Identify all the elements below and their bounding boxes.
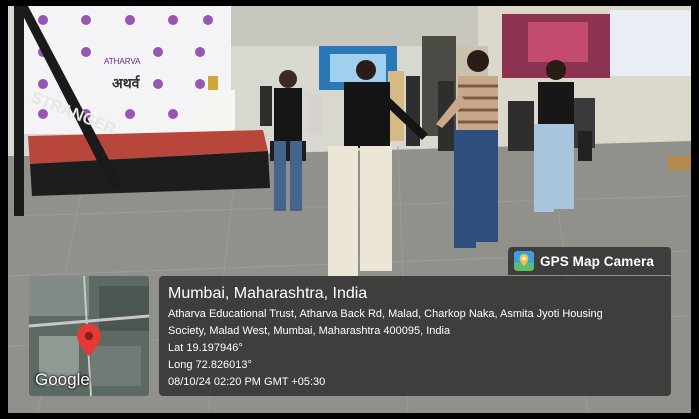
gps-map-camera-badge: GPS Map Camera [508, 247, 671, 275]
gps-camera-app-icon [514, 251, 534, 271]
backdrop-hindi-text: अथर्व [112, 75, 141, 92]
location-map-thumbnail[interactable]: Google [29, 276, 149, 396]
google-logo: Google [35, 370, 90, 389]
location-info-panel: Mumbai, Maharashtra, India Atharva Educa… [159, 276, 671, 396]
longitude-text: Long 72.826013° [168, 359, 252, 371]
backdrop-brand-text: ATHARVA [104, 57, 141, 66]
dancer-4 [534, 60, 574, 212]
screenshot-frame: अथर्व ATHARVA STRANGER Google GPS Map Ca… [0, 0, 699, 419]
city-line: Mumbai, Maharashtra, India [168, 285, 368, 302]
gps-badge-title: GPS Map Camera [540, 253, 654, 269]
latitude-text: Lat 19.197946° [168, 342, 243, 354]
event-photo: अथर्व ATHARVA STRANGER Google GPS Map Ca… [8, 6, 691, 413]
timestamp-text: 08/10/24 02:20 PM GMT +05:30 [168, 376, 326, 388]
address-line-1: Atharva Educational Trust, Atharva Back … [168, 308, 603, 320]
address-line-2: Society, Malad West, Mumbai, Maharashtra… [168, 325, 451, 337]
